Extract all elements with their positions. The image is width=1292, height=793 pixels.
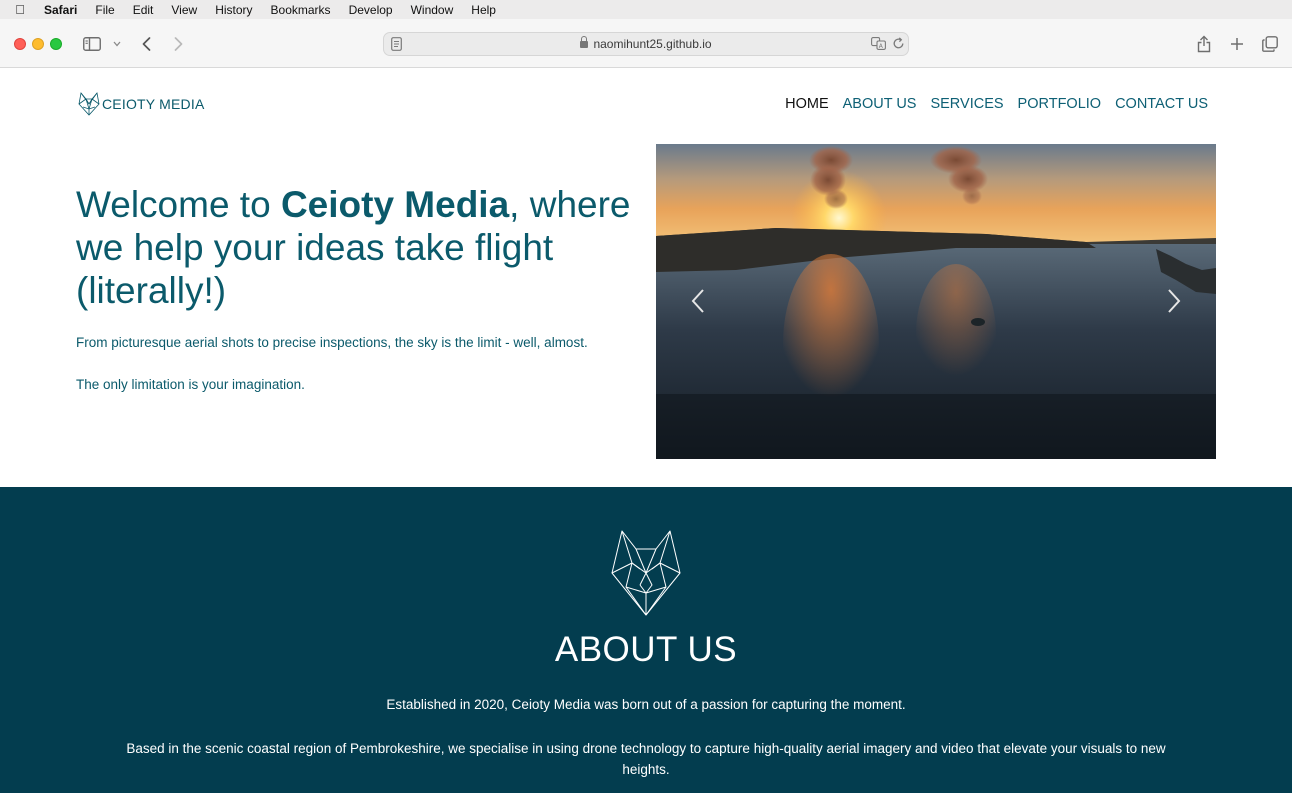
sidebar-icon[interactable] (82, 33, 102, 55)
lock-icon (580, 36, 589, 48)
nav-home[interactable]: HOME (785, 96, 829, 112)
reload-icon[interactable] (892, 37, 905, 55)
macos-menubar:  Safari File Edit View History Bookmark… (0, 0, 1292, 19)
hero-title: Welcome to Ceioty Media, where we help y… (76, 183, 636, 312)
menu-app-name[interactable]: Safari (40, 3, 86, 17)
zoom-window-button[interactable] (50, 38, 62, 50)
carousel-next-icon[interactable] (1163, 286, 1183, 316)
share-icon[interactable] (1196, 33, 1212, 55)
wolf-emblem-icon (611, 530, 681, 616)
close-window-button[interactable] (14, 38, 26, 50)
browser-toolbar: naomihunt25.github.io A (0, 19, 1292, 68)
wolf-logo-icon (78, 92, 100, 116)
translate-icon[interactable]: A (871, 37, 886, 55)
back-icon[interactable] (139, 33, 153, 55)
about-title: ABOUT US (554, 630, 738, 669)
sunset-aerial-image (656, 144, 1216, 459)
carousel-prev-icon[interactable] (689, 286, 709, 316)
about-paragraph-1: Established in 2020, Ceioty Media was bo… (386, 697, 906, 712)
address-bar[interactable]: naomihunt25.github.io A (383, 32, 909, 56)
new-tab-icon[interactable] (1229, 33, 1245, 55)
menu-help[interactable]: Help (462, 3, 505, 17)
logo-text: CEIOTY MEDIA (102, 96, 205, 112)
hero-text-secondary: The only limitation is your imagination. (76, 377, 305, 392)
web-page: CEIOTY MEDIA HOME ABOUT US SERVICES PORT… (0, 69, 1292, 793)
menu-view[interactable]: View (162, 3, 206, 17)
tabs-overview-icon[interactable] (1261, 33, 1279, 55)
menu-history[interactable]: History (206, 3, 261, 17)
forward-icon[interactable] (171, 33, 185, 55)
about-paragraph-2: Based in the scenic coastal region of Pe… (126, 741, 1166, 777)
nav-services[interactable]: SERVICES (930, 96, 1003, 112)
menu-bookmarks[interactable]: Bookmarks (262, 3, 340, 17)
hero-carousel[interactable] (656, 144, 1216, 459)
chevron-down-icon[interactable] (112, 33, 122, 55)
hero-title-start: Welcome to (76, 184, 281, 225)
hero-text-primary: From picturesque aerial shots to precise… (76, 335, 588, 350)
menu-file[interactable]: File (86, 3, 123, 17)
main-nav: HOME ABOUT US SERVICES PORTFOLIO CONTACT… (785, 96, 1208, 112)
nav-about-us[interactable]: ABOUT US (843, 96, 917, 112)
about-section: ABOUT US Established in 2020, Ceioty Med… (0, 487, 1292, 793)
menu-window[interactable]: Window (402, 3, 463, 17)
apple-menu-icon[interactable]:  (0, 2, 40, 17)
menu-edit[interactable]: Edit (124, 3, 163, 17)
url-text: naomihunt25.github.io (593, 37, 712, 51)
nav-contact-us[interactable]: CONTACT US (1115, 96, 1208, 112)
nav-portfolio[interactable]: PORTFOLIO (1018, 96, 1102, 112)
site-logo[interactable]: CEIOTY MEDIA (78, 91, 205, 117)
menu-develop[interactable]: Develop (340, 3, 402, 17)
hero-title-brand: Ceioty Media (280, 184, 510, 225)
minimize-window-button[interactable] (32, 38, 44, 50)
